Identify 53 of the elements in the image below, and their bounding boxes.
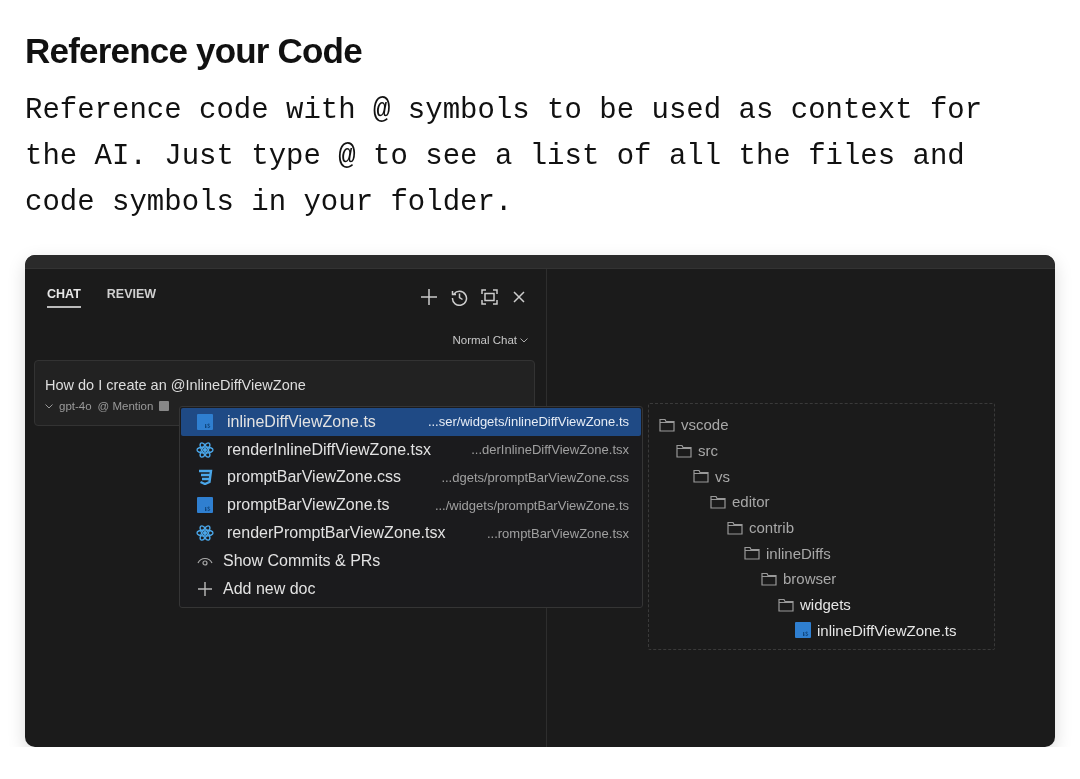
typescript-file-icon — [197, 413, 213, 430]
history-button[interactable] — [450, 288, 468, 306]
menu-item[interactable]: promptBarViewZone.css ...dgets/promptBarViewZone.css — [181, 463, 641, 492]
tree-item[interactable]: contrib — [749, 519, 795, 537]
prompt-text: How do I create an @InlineDiffViewZone — [45, 377, 307, 393]
menu-item[interactable]: Add new doc — [181, 574, 641, 603]
tree-item[interactable]: vs — [715, 467, 730, 485]
react-file-icon — [196, 440, 214, 459]
typescript-file-icon — [795, 622, 811, 639]
typescript-file-icon — [197, 497, 213, 514]
folder-icon — [744, 546, 760, 561]
folder-icon — [710, 494, 726, 509]
chat-tab[interactable]: REVIEW — [106, 286, 157, 308]
plus-icon — [197, 580, 213, 597]
chat-tab[interactable]: CHAT — [47, 286, 81, 308]
model-selector[interactable]: gpt-4o — [59, 400, 92, 412]
mention-button[interactable]: @ Mention — [97, 400, 154, 412]
section-heading: Reference your Code — [25, 30, 363, 72]
tree-item[interactable]: inlineDiffs — [766, 544, 831, 562]
history-icon — [450, 288, 468, 306]
folder-icon — [659, 417, 675, 432]
chevron-down-icon — [520, 337, 528, 343]
menu-item[interactable]: Show Commits & PRs — [181, 547, 641, 575]
folder-icon — [778, 597, 794, 612]
maximize-button[interactable] — [480, 288, 498, 306]
chevron-down-icon — [45, 403, 53, 409]
menu-item[interactable]: promptBarViewZone.ts .../widgets/promptBarViewZone.ts — [181, 491, 641, 520]
folder-icon — [693, 469, 709, 484]
maximize-icon — [480, 289, 498, 305]
file-path: ...romptBarViewZone.tsx — [486, 525, 630, 541]
image-icon — [159, 401, 170, 411]
tree-item[interactable]: browser — [783, 570, 837, 588]
description-text: Reference code with @ symbols to be used as context for the AI. Just type @ to see a list of all the files and code symbols in your folder. — [25, 93, 984, 221]
new-chat-button[interactable] — [420, 288, 438, 306]
menu-item[interactable]: renderPromptBarViewZone.tsx ...romptBarViewZone.tsx — [181, 519, 641, 547]
folder-icon — [676, 443, 692, 458]
file-path: .../widgets/promptBarViewZone.ts — [434, 497, 630, 513]
file-path: ...derInlineDiffViewZone.tsx — [471, 442, 630, 458]
folder-icon — [761, 571, 777, 586]
tree-item[interactable]: vscode — [681, 416, 729, 434]
tree-item[interactable]: src — [698, 442, 718, 460]
menu-item[interactable]: renderInlineDiffViewZone.tsx ...derInlineDiffViewZone.tsx — [181, 435, 641, 464]
close-icon — [513, 291, 525, 303]
plus-icon — [421, 289, 437, 305]
folder-icon — [727, 520, 743, 535]
react-file-icon — [196, 524, 214, 543]
chat-mode-dropdown[interactable]: Normal Chat — [452, 334, 517, 346]
tree-item[interactable]: inlineDiffViewZone.ts — [817, 621, 957, 639]
tree-item[interactable]: editor — [732, 493, 770, 511]
menu-item[interactable]: inlineDiffViewZone.ts ...ser/widgets/inlineDiffViewZone.ts — [181, 408, 641, 436]
tree-item[interactable]: widgets — [800, 596, 851, 614]
file-path: ...dgets/promptBarViewZone.css — [441, 470, 630, 485]
css-file-icon — [197, 469, 213, 486]
